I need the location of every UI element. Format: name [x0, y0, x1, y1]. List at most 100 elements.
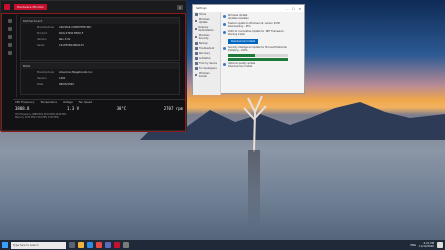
- nav-item-windows-update[interactable]: Windows Update: [193, 17, 220, 25]
- delivery-icon: [195, 27, 197, 31]
- nav-item-label: Delivery Optimization: [198, 26, 214, 32]
- stat-value: 38°C: [116, 106, 127, 111]
- notification-icon[interactable]: [437, 242, 443, 248]
- monitor-row: Memory 1333 MHz 1333 MHz 1333 MHz: [15, 116, 59, 119]
- progress-fill: [228, 54, 255, 57]
- stat-value: 2707 rpm: [163, 106, 183, 111]
- nav-icon[interactable]: [7, 35, 12, 39]
- nav-item-label: Windows Insider: [198, 72, 210, 78]
- motherboard-section: Motherboard Manufacturer ASUSTeK COMPUTER…: [20, 17, 180, 61]
- nav-item-label: Home: [199, 13, 207, 16]
- nav-item-label: Windows Update: [198, 18, 210, 24]
- update-status: Pending install: [228, 33, 245, 36]
- nav-item-security[interactable]: Windows Security: [193, 33, 220, 41]
- monitor-tab[interactable]: CPU Frequency: [15, 101, 35, 104]
- monitor-rows: CPU Frequency 3888 MHz 3810 MHz 4049 MHz…: [13, 112, 185, 120]
- windows-start-icon[interactable]: [2, 242, 8, 248]
- info-value: ASUSTeK COMPUTER INC.: [59, 25, 92, 29]
- backup-icon: [195, 42, 198, 45]
- update-status: Installing – 100%: [228, 49, 248, 52]
- update-icon: [223, 30, 226, 34]
- info-value: 08/05/2020: [59, 82, 74, 86]
- info-row: Date 08/05/2020: [21, 81, 179, 87]
- sidebar: [3, 15, 17, 97]
- store-icon[interactable]: [105, 242, 111, 248]
- settings-window: Settings – ☐ ✕ Home Windows Update Deliv…: [192, 4, 305, 95]
- wrench-icon: [195, 47, 198, 50]
- download-progress-bar: [228, 54, 288, 57]
- info-value: Rev X.0x: [59, 37, 71, 41]
- info-row: Serial 191055822600123: [21, 42, 179, 48]
- update-icon: [223, 62, 226, 66]
- maximize-button[interactable]: ☐: [292, 7, 295, 11]
- info-key: Manufacturer: [37, 70, 55, 74]
- progress-fill: [228, 58, 288, 61]
- monitor-tab[interactable]: Temperature: [41, 101, 57, 104]
- nav-item-delivery[interactable]: Delivery Optimization: [193, 25, 220, 33]
- monitor-tab[interactable]: Fan Speed: [79, 101, 92, 104]
- shield-icon: [195, 35, 198, 39]
- window-tab[interactable]: Hardware Monitor: [14, 4, 47, 10]
- chrome-icon[interactable]: [96, 242, 102, 248]
- minimize-button[interactable]: –: [286, 7, 288, 11]
- system-tray: ENG 4:21 PM 11/12/2020: [410, 242, 443, 248]
- sync-icon: [195, 19, 198, 23]
- taskbar-search-box[interactable]: Type here to search: [11, 241, 66, 249]
- dead-tree: [243, 95, 267, 152]
- update-status: Updates available: [228, 17, 249, 20]
- clock[interactable]: 4:21 PM 11/12/2020: [419, 242, 434, 248]
- edge-icon[interactable]: [87, 242, 93, 248]
- stat-value: 3888.8: [15, 106, 30, 111]
- armoury-icon[interactable]: [114, 242, 120, 248]
- update-item: Feature update to Windows 10, version 20…: [223, 22, 303, 28]
- nav-item-label: Backup: [199, 42, 208, 45]
- settings-gear-icon[interactable]: [123, 242, 129, 248]
- hardware-monitor-bar: CPU Frequency Temperature Voltage Fan Sp…: [13, 99, 185, 129]
- info-key: Manufacturer: [37, 25, 55, 29]
- search-placeholder: Type here to search: [13, 243, 39, 247]
- nav-item-label: Windows Security: [198, 34, 210, 40]
- nav-item-label: Troubleshoot: [199, 47, 215, 50]
- monitor-stats: 3888.8 1.3 V 38°C 2707 rpm: [13, 105, 185, 112]
- stat-value: 1.3 V: [66, 106, 80, 111]
- info-value: American Megatrends Inc.: [59, 70, 93, 74]
- nav-item-insider[interactable]: Windows Insider: [193, 71, 220, 79]
- locate-icon: [195, 62, 198, 65]
- clock-date: 11/12/2020: [419, 245, 434, 248]
- nav-icon[interactable]: [7, 19, 12, 23]
- update-status: Download and install: [228, 65, 253, 68]
- insider-icon: [195, 73, 198, 77]
- update-item: Optional quality update Download and inst…: [223, 62, 303, 68]
- language-indicator[interactable]: ENG: [410, 244, 416, 247]
- close-button[interactable]: ✕: [298, 7, 301, 11]
- update-status: Downloading – 45%: [228, 25, 251, 28]
- hardware-monitor-window: Hardware Monitor x Motherboard Manufactu…: [0, 0, 187, 132]
- task-view-icon[interactable]: [69, 242, 75, 248]
- info-key: Product: [37, 31, 47, 35]
- monitor-tab[interactable]: Voltage: [63, 101, 73, 104]
- nav-icon[interactable]: [7, 51, 12, 55]
- nav-item-label: For developers: [199, 67, 217, 70]
- window-titlebar[interactable]: Hardware Monitor x: [1, 1, 186, 13]
- file-explorer-icon[interactable]: [78, 242, 84, 248]
- update-icon: [223, 22, 226, 26]
- nav-icon[interactable]: [7, 27, 12, 31]
- info-key: Version: [37, 37, 47, 41]
- nav-icon[interactable]: [7, 43, 12, 47]
- download-install-button[interactable]: Download and install: [228, 39, 259, 44]
- settings-titlebar[interactable]: Settings – ☐ ✕: [193, 5, 304, 12]
- code-icon: [195, 67, 198, 70]
- nav-item-label: Activation: [199, 57, 211, 60]
- recovery-icon: [195, 52, 198, 55]
- update-item: 2020-11 Cumulative Update for .NET Frame…: [223, 30, 303, 36]
- nav-item-label: Find my device: [199, 62, 218, 65]
- window-title: Settings: [196, 7, 207, 10]
- settings-nav: Home Windows Update Delivery Optimizatio…: [193, 12, 221, 95]
- update-list: Windows Update Updates available Feature …: [223, 14, 303, 70]
- check-icon: [195, 57, 198, 60]
- update-item: Windows Update Updates available: [223, 14, 303, 20]
- update-icon: [223, 46, 226, 50]
- info-key: Date: [37, 82, 44, 86]
- close-button[interactable]: x: [177, 4, 183, 10]
- rog-logo-icon: [4, 4, 10, 10]
